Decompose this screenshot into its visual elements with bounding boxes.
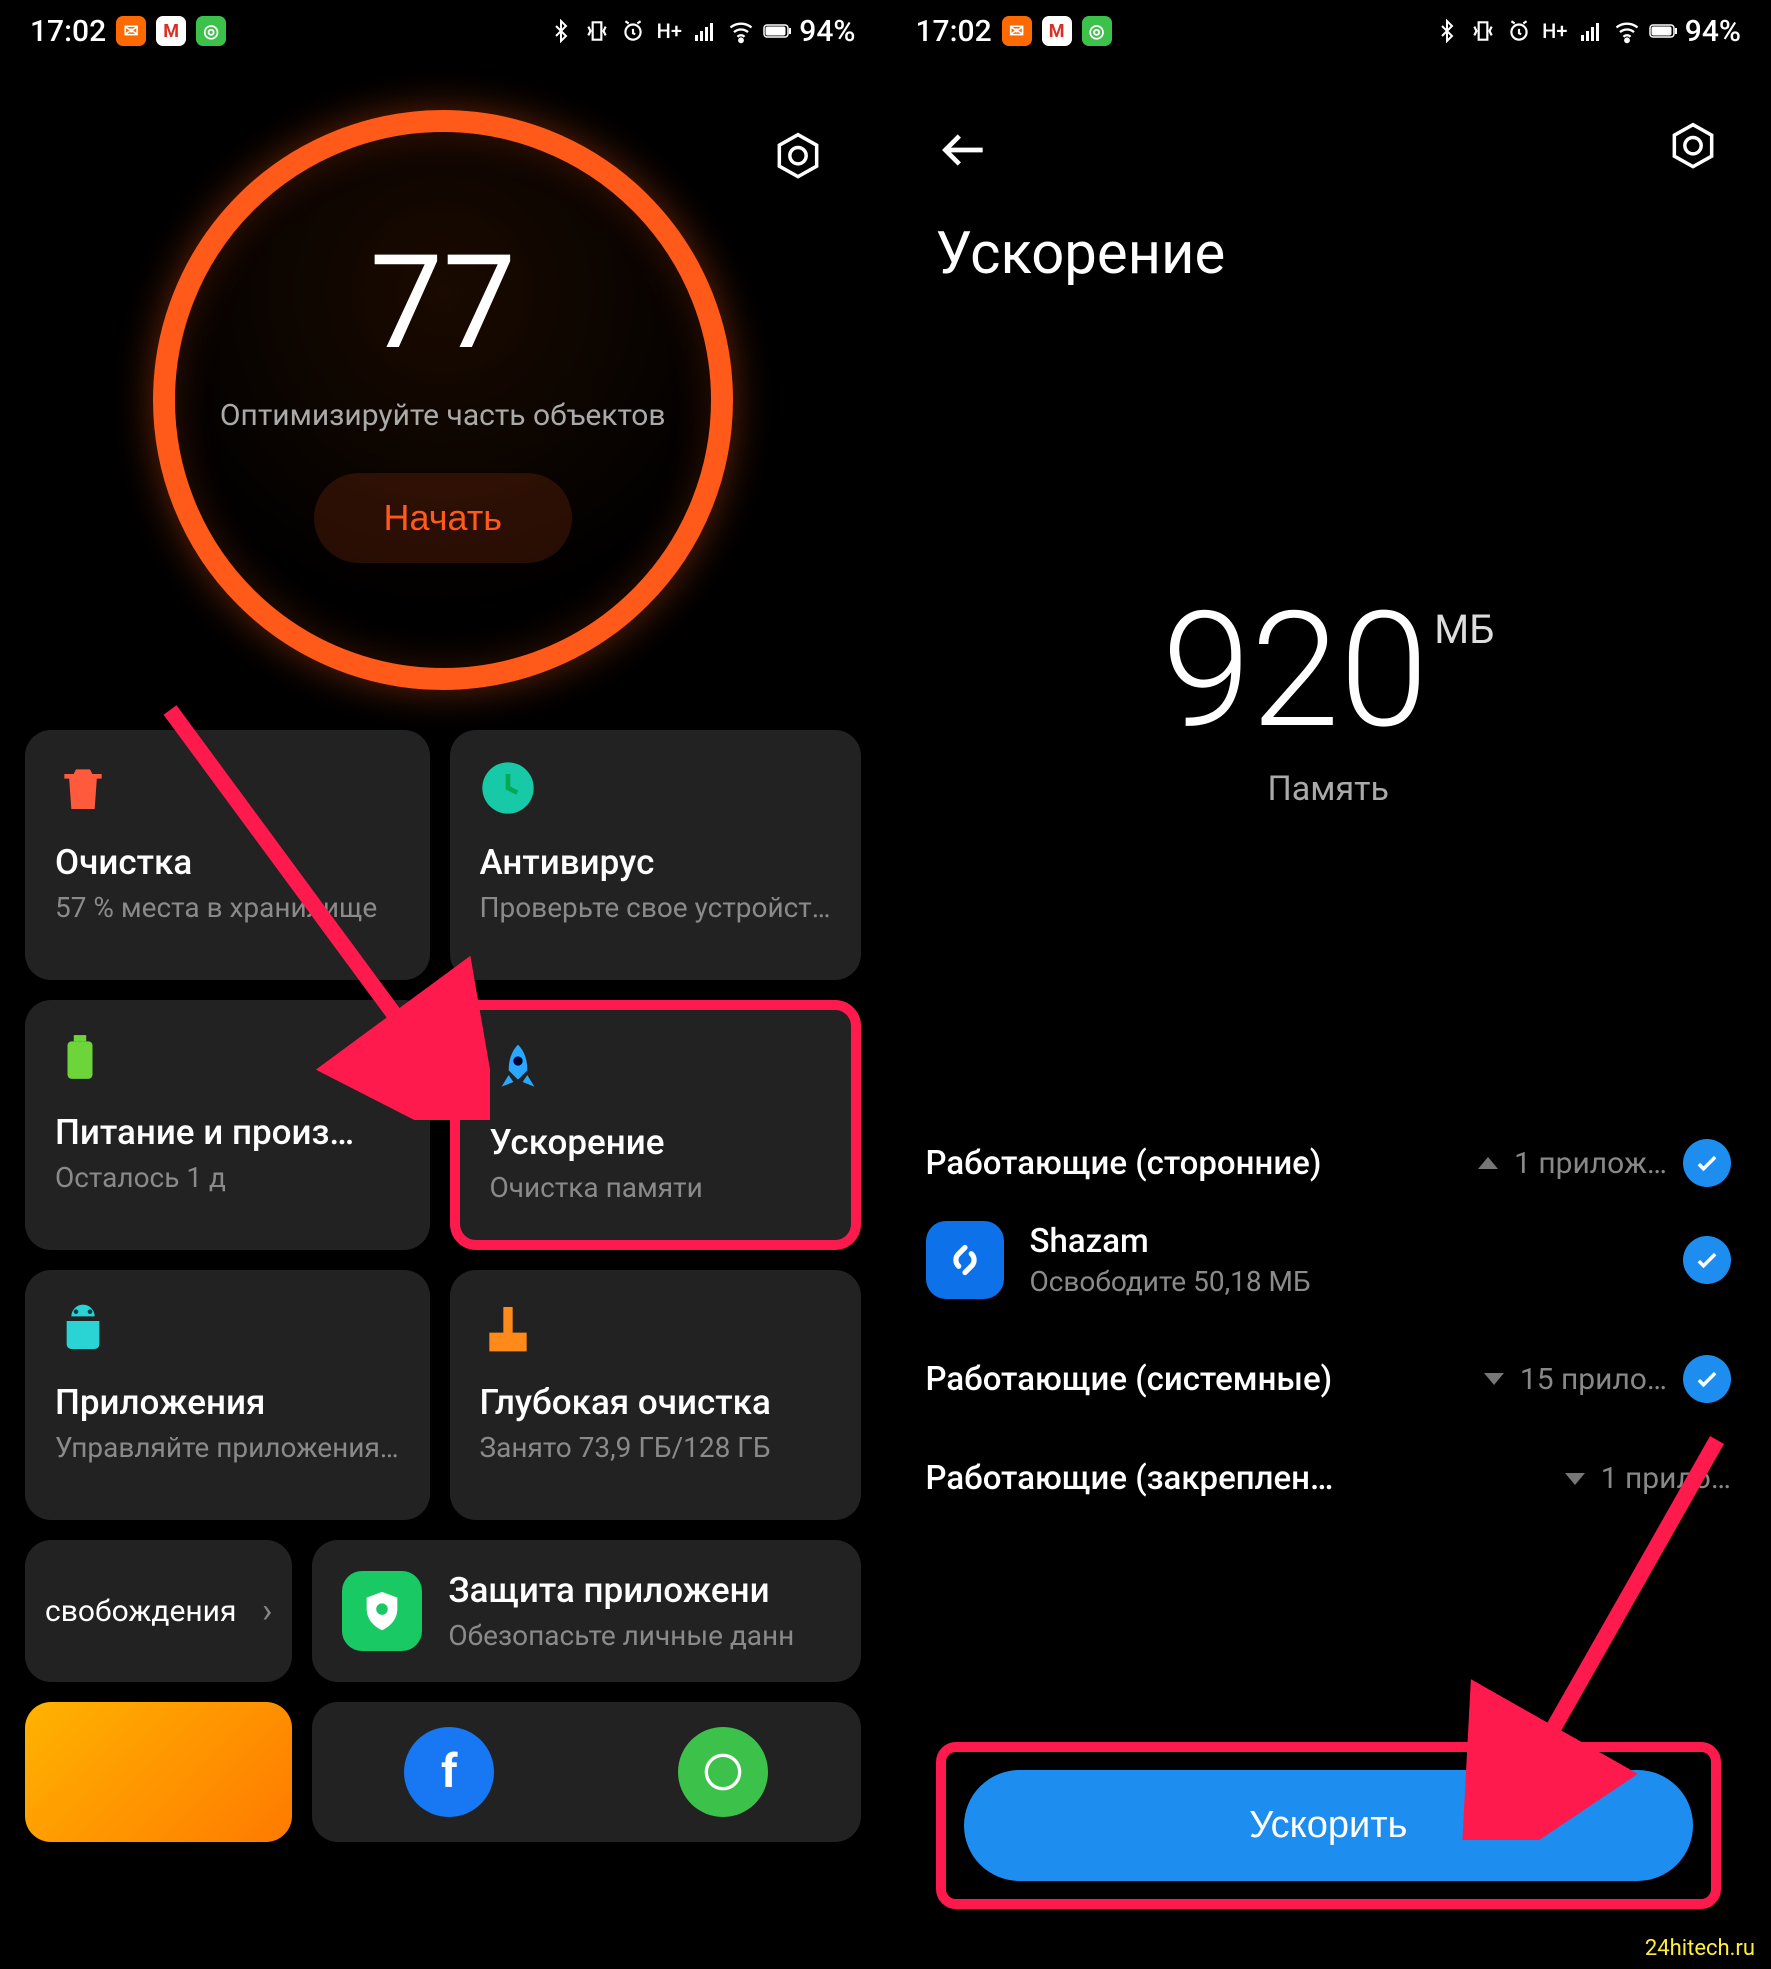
caret-up-icon	[1478, 1157, 1498, 1169]
group-system[interactable]: Работающие (системные) 15 прило…	[926, 1355, 1732, 1403]
app-row-shazam[interactable]: Shazam Освободите 50,18 МБ	[926, 1187, 1732, 1299]
start-button[interactable]: Начать	[314, 473, 572, 563]
caret-down-icon	[1565, 1473, 1585, 1485]
chevron-right-icon: ›	[262, 1591, 272, 1631]
tile-title: Антивирус	[480, 842, 831, 883]
battery-icon	[55, 1030, 111, 1086]
group-title: Работающие (сторонние)	[926, 1144, 1322, 1183]
status-bar: 17:02 ✉ M ◎ H+ 94%	[0, 0, 886, 60]
shield-check-icon	[480, 760, 536, 816]
notif-icon-app: ◎	[196, 16, 226, 46]
security-app-screen: 17:02 ✉ M ◎ H+ 94%	[0, 0, 886, 1969]
tile-antivirus[interactable]: Антивирус Проверьте свое устройст…	[450, 730, 861, 980]
security-score-hint: Оптимизируйте часть объектов	[220, 398, 666, 433]
tile-sub: Занято 73,9 ГБ/128 ГБ	[480, 1431, 831, 1464]
battery-percent: 94%	[799, 14, 855, 49]
signal-bars-icon	[1577, 17, 1605, 45]
group-meta: 1 прилож…	[1514, 1146, 1667, 1181]
memory-value: 920	[1162, 578, 1428, 765]
battery-icon	[1649, 17, 1677, 45]
checkbox-checked[interactable]	[1683, 1236, 1731, 1284]
app-bubble-icon	[678, 1727, 768, 1817]
trash-icon	[55, 760, 111, 816]
security-score: 77	[370, 238, 516, 368]
signal-bars-icon	[691, 17, 719, 45]
security-score-ring: 77 Оптимизируйте часть объектов Начать	[153, 110, 733, 690]
boost-button[interactable]: Ускорить	[964, 1770, 1694, 1881]
tile-title: Очистка	[55, 842, 400, 883]
bluetooth-icon	[1433, 17, 1461, 45]
signal-icon: H+	[1541, 17, 1569, 45]
tile-peek-left[interactable]: свобождения ›	[25, 1540, 292, 1682]
promo-card-2[interactable]: f	[312, 1702, 860, 1842]
shield-icon	[342, 1571, 422, 1651]
tile-title: Ускорение	[490, 1122, 821, 1163]
tile-sub: Управляйте приложения…	[55, 1431, 400, 1464]
boost-screen: 17:02 ✉ M ◎ H+ 94% Ускорение 920МБ Памят…	[886, 0, 1771, 1969]
group-title: Работающие (системные)	[926, 1360, 1333, 1399]
notif-icon-app: ◎	[1082, 16, 1112, 46]
tile-sub: Очистка памяти	[490, 1171, 821, 1204]
memory-label: Память	[886, 769, 1771, 809]
status-time: 17:02	[30, 14, 106, 49]
tile-app-protection[interactable]: Защита приложени Обезопасьте личные данн	[312, 1540, 860, 1682]
broom-icon	[480, 1300, 536, 1356]
tile-title: Питание и произ…	[55, 1112, 400, 1153]
facebook-icon: f	[404, 1727, 494, 1817]
status-time: 17:02	[916, 14, 992, 49]
app-sub: Освободите 50,18 МБ	[1030, 1265, 1658, 1298]
group-meta: 15 прило…	[1520, 1362, 1667, 1397]
page-title: Ускорение	[886, 220, 1771, 318]
group-third-party[interactable]: Работающие (сторонние) 1 прилож…	[926, 1139, 1732, 1187]
protect-sub: Обезопасьте личные данн	[448, 1619, 794, 1652]
watermark: 24hitech.ru	[1645, 1936, 1755, 1961]
tile-cleaner[interactable]: Очистка 57 % места в хранилище	[25, 730, 430, 980]
tile-boost[interactable]: Ускорение Очистка памяти	[450, 1000, 861, 1250]
bluetooth-icon	[547, 17, 575, 45]
group-meta: 1 прило…	[1601, 1461, 1731, 1496]
status-bar: 17:02 ✉ M ◎ H+ 94%	[886, 0, 1771, 60]
group-title: Работающие (закреплен…	[926, 1459, 1334, 1498]
battery-percent: 94%	[1685, 14, 1741, 49]
signal-icon: H+	[655, 17, 683, 45]
wifi-icon	[727, 17, 755, 45]
app-name: Shazam	[1030, 1222, 1658, 1261]
caret-down-icon	[1484, 1373, 1504, 1385]
tile-apps[interactable]: Приложения Управляйте приложения…	[25, 1270, 430, 1520]
alarm-icon	[1505, 17, 1533, 45]
tile-power[interactable]: Питание и произ… Осталось 1 д	[25, 1000, 430, 1250]
notif-icon-mail: ✉	[116, 16, 146, 46]
peek-label: свобождения	[45, 1594, 236, 1629]
promo-card-1[interactable]	[25, 1702, 292, 1842]
tile-title: Приложения	[55, 1382, 400, 1423]
tile-sub: Осталось 1 д	[55, 1161, 400, 1194]
wifi-icon	[1613, 17, 1641, 45]
back-button[interactable]	[936, 122, 992, 178]
android-icon	[55, 1300, 111, 1356]
tile-deep-clean[interactable]: Глубокая очистка Занято 73,9 ГБ/128 ГБ	[450, 1270, 861, 1520]
battery-icon	[763, 17, 791, 45]
memory-display: 920МБ Память	[886, 578, 1771, 809]
notif-icon-gmail: M	[156, 16, 186, 46]
vibrate-icon	[583, 17, 611, 45]
tile-sub: Проверьте свое устройст…	[480, 891, 831, 924]
settings-button[interactable]	[770, 130, 826, 186]
checkbox-checked[interactable]	[1683, 1139, 1731, 1187]
notif-icon-mail: ✉	[1002, 16, 1032, 46]
protect-title: Защита приложени	[448, 1570, 794, 1611]
settings-button[interactable]	[1665, 120, 1721, 180]
checkbox-checked[interactable]	[1683, 1355, 1731, 1403]
boost-button-highlight: Ускорить	[936, 1742, 1722, 1909]
notif-icon-gmail: M	[1042, 16, 1072, 46]
alarm-icon	[619, 17, 647, 45]
tile-sub: 57 % места в хранилище	[55, 891, 400, 924]
group-pinned[interactable]: Работающие (закреплен… 1 прило…	[926, 1459, 1732, 1498]
tile-title: Глубокая очистка	[480, 1382, 831, 1423]
shazam-icon	[926, 1221, 1004, 1299]
rocket-icon	[490, 1040, 546, 1096]
memory-unit: МБ	[1434, 606, 1494, 653]
vibrate-icon	[1469, 17, 1497, 45]
